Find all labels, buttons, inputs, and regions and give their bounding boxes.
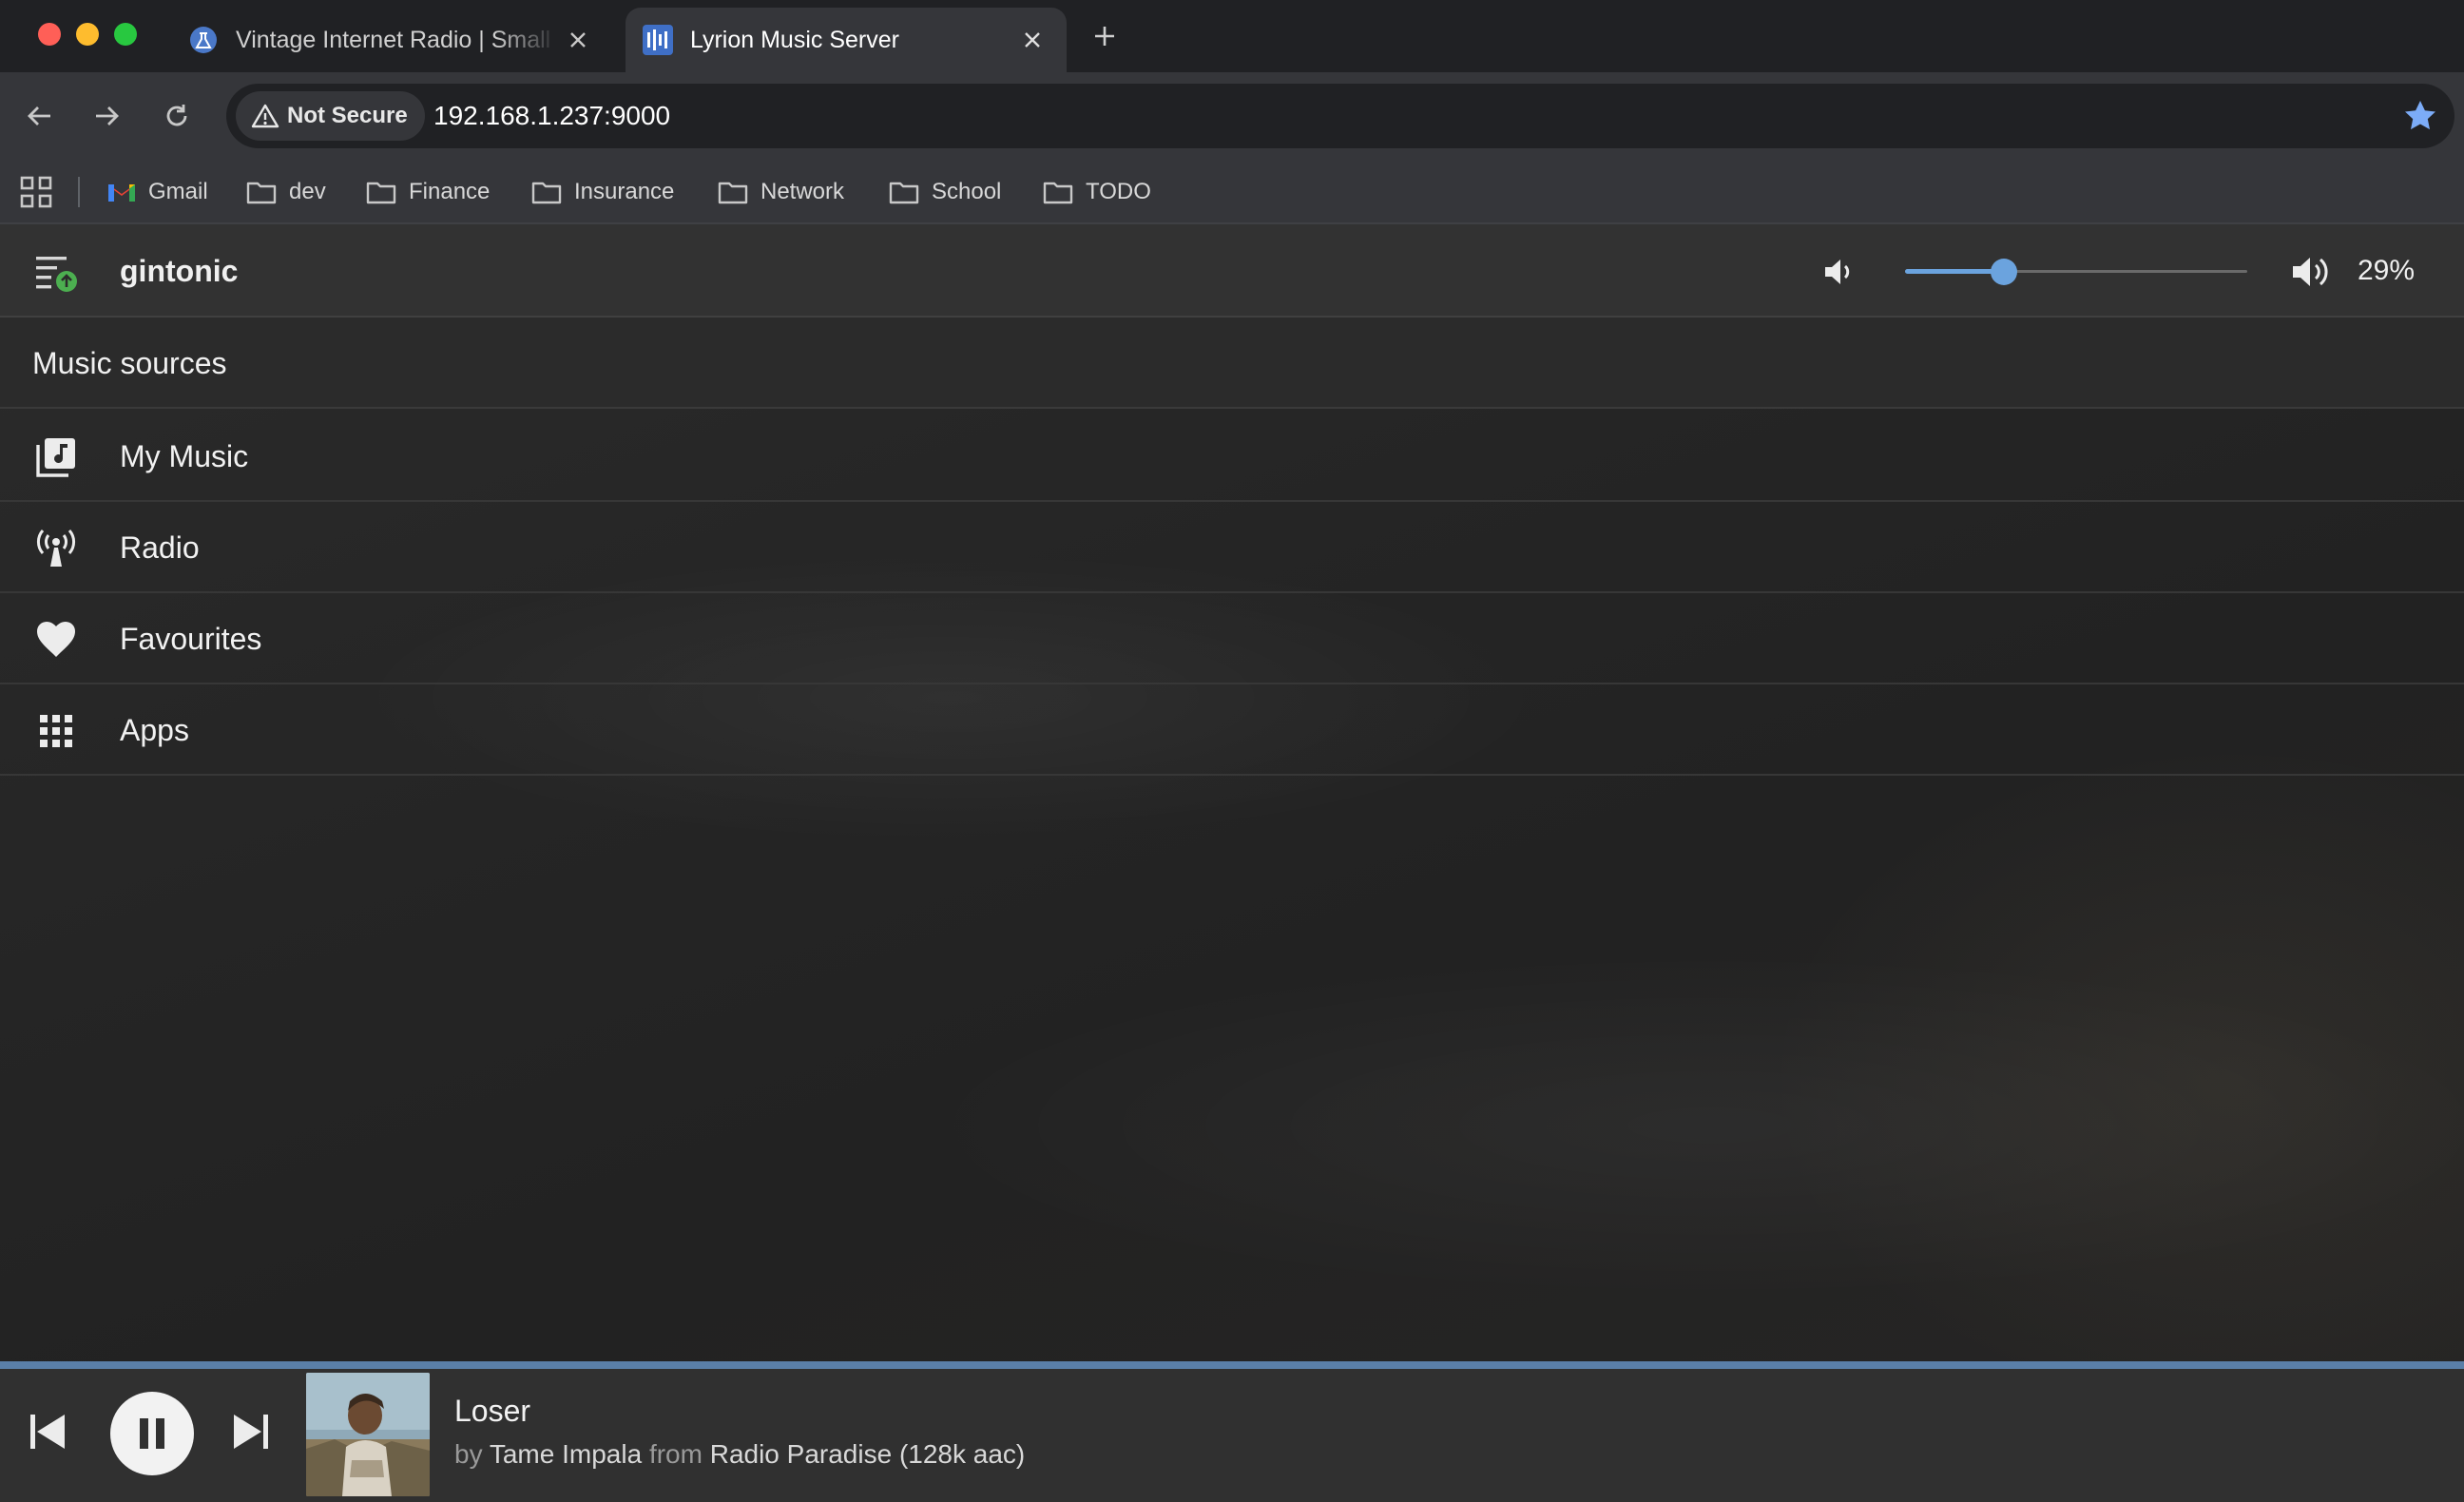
- playback-progress[interactable]: [0, 1361, 2464, 1369]
- arrow-right-icon: [96, 106, 119, 125]
- track-artist[interactable]: Tame Impala: [490, 1439, 642, 1469]
- source-label: Favourites: [120, 622, 262, 656]
- browser-toolbar: Not Secure 192.168.1.237:9000: [0, 72, 2464, 160]
- browser-tab-strip: Vintage Internet Radio | Small Lyrion Mu…: [0, 0, 2464, 72]
- tab-title: Lyrion Music Server: [690, 26, 899, 53]
- security-chip[interactable]: Not Secure: [236, 91, 425, 141]
- bookmark-label: Insurance: [574, 179, 675, 204]
- bookmark-label: School: [932, 179, 1002, 204]
- tab-close-icon[interactable]: [1013, 21, 1051, 59]
- player-queue-icon[interactable]: [34, 251, 80, 293]
- window-zoom-button[interactable]: [114, 23, 137, 46]
- apps-grid-icon: [40, 715, 72, 747]
- bookmarks-bar: Gmail dev Finance Insurance Network Scho…: [0, 160, 2464, 224]
- plus-icon: [1095, 27, 1114, 46]
- volume-fill: [1905, 269, 2005, 274]
- music-sources-view: Music sources My Music Radio Favourites: [0, 318, 2464, 1361]
- bookmark-finance[interactable]: Finance: [365, 160, 490, 224]
- folder-icon: [531, 182, 562, 204]
- source-favourites[interactable]: Favourites: [0, 593, 2464, 684]
- window-close-button[interactable]: [38, 23, 61, 46]
- apps-shortcut-icon[interactable]: [19, 175, 53, 209]
- address-bar[interactable]: Not Secure 192.168.1.237:9000: [226, 84, 2454, 148]
- tab-close-icon[interactable]: [559, 21, 597, 59]
- bookmark-gmail[interactable]: Gmail: [106, 160, 208, 224]
- warning-icon: [251, 104, 279, 128]
- bookmark-label: dev: [289, 179, 326, 204]
- bookmark-insurance[interactable]: Insurance: [530, 160, 674, 224]
- album-cover[interactable]: [306, 1373, 430, 1496]
- tab-lyrion-music-server[interactable]: Lyrion Music Server: [626, 8, 1067, 72]
- bookmark-todo[interactable]: TODO: [1042, 160, 1151, 224]
- bookmark-label: Network: [760, 179, 845, 204]
- folder-icon: [718, 182, 748, 204]
- reload-icon: [166, 105, 187, 126]
- music-library-icon: [36, 438, 75, 477]
- bookmark-label: TODO: [1086, 179, 1151, 204]
- bookmark-school[interactable]: School: [888, 160, 1001, 224]
- track-title[interactable]: Loser: [454, 1394, 530, 1429]
- bookmark-star-icon[interactable]: [2401, 97, 2439, 135]
- track-source[interactable]: Radio Paradise (128k aac): [710, 1439, 1026, 1469]
- volume-percent: 29%: [2358, 255, 2416, 286]
- folder-icon: [246, 182, 277, 204]
- bookmark-network[interactable]: Network: [717, 160, 844, 224]
- volume-down-icon[interactable]: [1819, 253, 1858, 291]
- forward-button[interactable]: [84, 93, 129, 139]
- bookmark-dev[interactable]: dev: [245, 160, 326, 224]
- tab-vintage-internet-radio[interactable]: Vintage Internet Radio | Small: [171, 8, 612, 72]
- source-label: Apps: [120, 713, 189, 747]
- by-word: by: [454, 1439, 483, 1469]
- next-track-button[interactable]: [230, 1411, 272, 1453]
- source-radio[interactable]: Radio: [0, 502, 2464, 593]
- url-text[interactable]: 192.168.1.237:9000: [433, 84, 670, 148]
- volume-up-icon[interactable]: [2289, 251, 2333, 293]
- lyrion-logo-icon: [643, 25, 673, 55]
- pause-button[interactable]: [110, 1392, 194, 1475]
- app-header: gintonic 29%: [0, 224, 2464, 318]
- folder-icon: [889, 182, 919, 204]
- from-word: from: [648, 1439, 703, 1469]
- back-button[interactable]: [17, 93, 63, 139]
- playback-progress-fill: [0, 1361, 2464, 1369]
- now-playing-bar: Loser by Tame Impala from Radio Paradise…: [0, 1361, 2464, 1502]
- section-title: Music sources: [0, 318, 2464, 409]
- album-art-image: [306, 1373, 430, 1496]
- previous-track-button[interactable]: [27, 1411, 68, 1453]
- heart-icon: [37, 622, 75, 657]
- window-minimize-button[interactable]: [76, 23, 99, 46]
- folder-icon: [1043, 182, 1073, 204]
- new-tab-button[interactable]: [1084, 15, 1126, 57]
- gmail-icon: [108, 184, 135, 202]
- security-label: Not Secure: [287, 103, 408, 128]
- pause-icon: [140, 1418, 164, 1449]
- source-apps[interactable]: Apps: [0, 684, 2464, 776]
- reload-button[interactable]: [154, 93, 200, 139]
- source-label: My Music: [120, 439, 249, 473]
- flask-icon: [188, 25, 219, 55]
- volume-thumb[interactable]: [1991, 259, 2018, 285]
- bookmark-label: Gmail: [148, 179, 208, 204]
- volume-slider[interactable]: [1905, 257, 2247, 285]
- arrow-left-icon: [28, 106, 50, 125]
- bookmark-label: Finance: [409, 179, 491, 204]
- bookmarks-separator: [78, 177, 80, 207]
- track-subtitle: by Tame Impala from Radio Paradise (128k…: [454, 1439, 1025, 1470]
- source-my-music[interactable]: My Music: [0, 411, 2464, 502]
- folder-icon: [366, 182, 396, 204]
- player-name[interactable]: gintonic: [120, 224, 238, 318]
- radio-tower-icon: [36, 530, 76, 567]
- source-label: Radio: [120, 530, 200, 565]
- tab-title: Vintage Internet Radio | Small: [236, 26, 551, 53]
